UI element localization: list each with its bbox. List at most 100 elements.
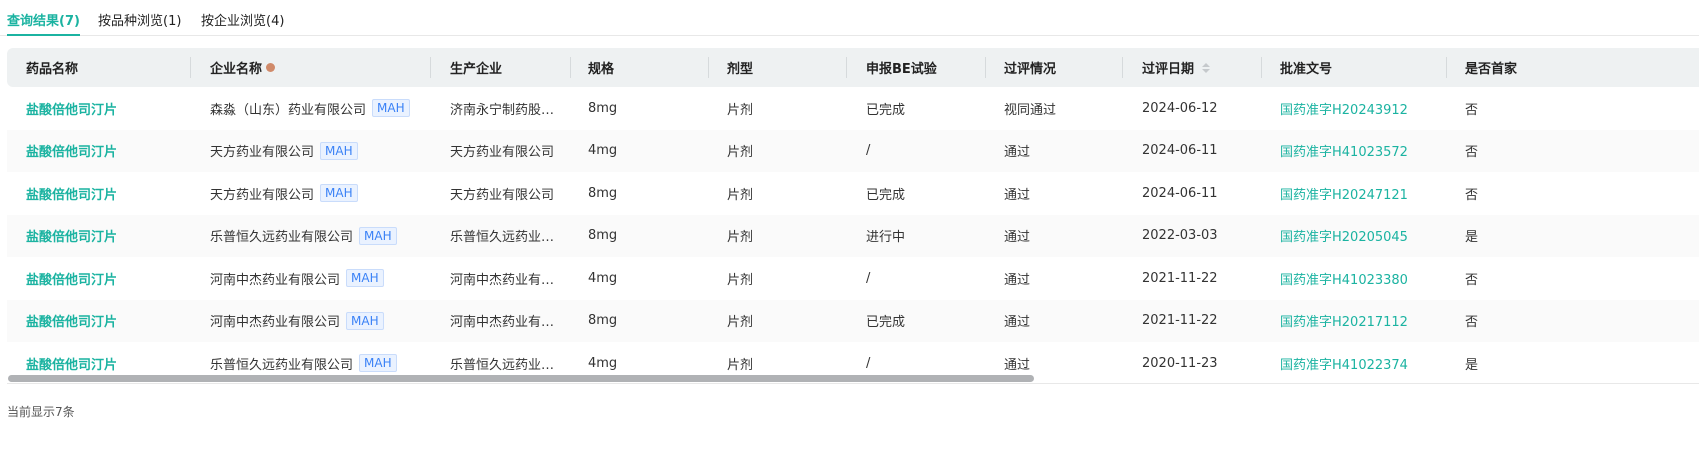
cell-form: 片剂 <box>708 130 846 173</box>
approval-number-link[interactable]: 国药准字H41023380 <box>1280 269 1408 288</box>
drug-name-link[interactable]: 盐酸倍他司汀片 <box>26 141 117 160</box>
drug-name-link[interactable]: 盐酸倍他司汀片 <box>26 354 117 373</box>
approval-number-link[interactable]: 国药准字H41022374 <box>1280 354 1408 373</box>
spec: 8mg <box>588 100 618 116</box>
cell-status: 通过 <box>985 300 1122 343</box>
cell-approval: 国药准字H20243912 <box>1261 87 1446 130</box>
cell-drug: 盐酸倍他司汀片 <box>7 257 190 300</box>
table-row: 盐酸倍他司汀片 森淼（山东）药业有限公司 MAH 济南永宁制药股份… 8mg 片剂 已完成 视… <box>7 87 1699 130</box>
company-name: 河南中杰药业有限公司 <box>210 272 341 288</box>
review-status: 通过 <box>1004 145 1031 161</box>
cell-company: 天方药业有限公司 MAH <box>190 172 430 215</box>
tab-browse-by-company[interactable]: 按企业浏览(4) <box>201 10 284 29</box>
manufacturer-name: 河南中杰药业有限… <box>450 272 560 288</box>
table-row: 盐酸倍他司汀片 天方药业有限公司 MAH 天方药业有限公司 8mg 片剂 已完成 通过 2024… <box>7 172 1699 215</box>
first-company: 是 <box>1465 357 1479 373</box>
cell-manufacturer: 河南中杰药业有限… <box>430 300 570 343</box>
be-trial: / <box>866 270 871 286</box>
be-trial: / <box>866 355 871 371</box>
manufacturer-name: 天方药业有限公司 <box>450 145 555 161</box>
spec: 8mg <box>588 185 618 201</box>
cell-company: 河南中杰药业有限公司 MAH <box>190 300 430 343</box>
review-date: 2020-11-23 <box>1142 355 1218 371</box>
sort-icon[interactable] <box>1202 62 1211 73</box>
header-be-trial: 申报BE试验 <box>846 48 985 87</box>
cell-be: 已完成 <box>846 300 985 343</box>
cell-be: / <box>846 257 985 300</box>
be-trial: 已完成 <box>866 315 906 331</box>
header-manufacturer: 生产企业 <box>430 48 570 87</box>
mah-badge: MAH <box>320 141 358 160</box>
header-label: 是否首家 <box>1465 62 1518 77</box>
mah-badge: MAH <box>372 99 410 118</box>
review-status: 通过 <box>1004 357 1031 373</box>
dosage-form: 片剂 <box>727 272 754 288</box>
header-first-company: 是否首家 <box>1446 48 1699 87</box>
horizontal-scrollbar[interactable] <box>7 375 1699 382</box>
cell-approval: 国药准字H41023572 <box>1261 130 1446 173</box>
results-table: 药品名称 企业名称 生产企业 规格 剂型 申报BE试验 过评情况 过评日期 批准… <box>7 48 1699 385</box>
cell-first: 否 <box>1446 172 1699 215</box>
tab-query-results[interactable]: 查询结果(7) <box>7 10 80 36</box>
cell-first: 否 <box>1446 257 1699 300</box>
company-name: 森淼（山东）药业有限公司 <box>210 102 367 118</box>
cell-approval: 国药准字H20247121 <box>1261 172 1446 215</box>
approval-number-link[interactable]: 国药准字H20247121 <box>1280 184 1408 203</box>
drug-name-link[interactable]: 盐酸倍他司汀片 <box>26 184 117 203</box>
first-company: 否 <box>1465 315 1479 331</box>
cell-status: 通过 <box>985 257 1122 300</box>
table-row: 盐酸倍他司汀片 河南中杰药业有限公司 MAH 河南中杰药业有限… 8mg 片剂 已完成 通过 2… <box>7 299 1699 343</box>
spec: 8mg <box>588 313 618 329</box>
first-company: 否 <box>1465 145 1479 161</box>
approval-number-link[interactable]: 国药准字H41023572 <box>1280 141 1408 160</box>
table-row: 盐酸倍他司汀片 天方药业有限公司 MAH 天方药业有限公司 4mg 片剂 / 通过 2024-0… <box>7 129 1699 173</box>
cell-status: 通过 <box>985 172 1122 215</box>
cell-manufacturer: 乐普恒久远药业有… <box>430 215 570 258</box>
drug-name-link[interactable]: 盐酸倍他司汀片 <box>26 269 117 288</box>
drug-name-link[interactable]: 盐酸倍他司汀片 <box>26 311 117 330</box>
drug-name-link[interactable]: 盐酸倍他司汀片 <box>26 226 117 245</box>
company-name: 乐普恒久远药业有限公司 <box>210 230 354 246</box>
first-company: 否 <box>1465 272 1479 288</box>
manufacturer-name: 河南中杰药业有限… <box>450 315 560 331</box>
cell-approval: 国药准字H20205045 <box>1261 215 1446 258</box>
header-label: 企业名称 <box>210 62 263 77</box>
dosage-form: 片剂 <box>727 145 754 161</box>
cell-be: 进行中 <box>846 215 985 258</box>
cell-date: 2024-06-11 <box>1122 172 1261 215</box>
cell-first: 否 <box>1446 130 1699 173</box>
approval-number-link[interactable]: 国药准字H20217112 <box>1280 311 1408 330</box>
info-icon[interactable] <box>266 63 276 72</box>
scrollbar-thumb[interactable] <box>8 375 1034 382</box>
cell-first: 是 <box>1446 215 1699 258</box>
table-row: 盐酸倍他司汀片 河南中杰药业有限公司 MAH 河南中杰药业有限… 4mg 片剂 / 通过 202… <box>7 257 1699 300</box>
cell-drug: 盐酸倍他司汀片 <box>7 130 190 173</box>
cell-status: 通过 <box>985 215 1122 258</box>
manufacturer-name: 济南永宁制药股份… <box>450 102 560 118</box>
cell-drug: 盐酸倍他司汀片 <box>7 172 190 215</box>
cell-drug: 盐酸倍他司汀片 <box>7 300 190 343</box>
header-label: 药品名称 <box>26 62 79 77</box>
tab-browse-by-variety[interactable]: 按品种浏览(1) <box>98 10 181 29</box>
cell-spec: 4mg <box>570 257 708 300</box>
header-label: 生产企业 <box>450 62 503 77</box>
review-status: 通过 <box>1004 230 1031 246</box>
approval-number-link[interactable]: 国药准字H20243912 <box>1280 99 1408 118</box>
header-review-date[interactable]: 过评日期 <box>1122 48 1261 87</box>
spec: 4mg <box>588 355 618 371</box>
review-date: 2022-03-03 <box>1142 228 1218 244</box>
cell-date: 2024-06-11 <box>1122 130 1261 173</box>
company-name: 天方药业有限公司 <box>210 187 315 203</box>
be-trial: / <box>866 143 871 159</box>
be-trial: 已完成 <box>866 187 906 203</box>
table-row: 盐酸倍他司汀片 乐普恒久远药业有限公司 MAH 乐普恒久远药业有… 8mg 片剂 进行中 通过… <box>7 214 1699 258</box>
header-label: 规格 <box>588 62 615 77</box>
approval-number-link[interactable]: 国药准字H20205045 <box>1280 226 1408 245</box>
manufacturer-name: 天方药业有限公司 <box>450 187 555 203</box>
mah-badge: MAH <box>320 184 358 203</box>
cell-be: / <box>846 130 985 173</box>
cell-company: 河南中杰药业有限公司 MAH <box>190 257 430 300</box>
drug-name-link[interactable]: 盐酸倍他司汀片 <box>26 99 117 118</box>
divider <box>7 383 1699 384</box>
review-date: 2021-11-22 <box>1142 270 1218 286</box>
